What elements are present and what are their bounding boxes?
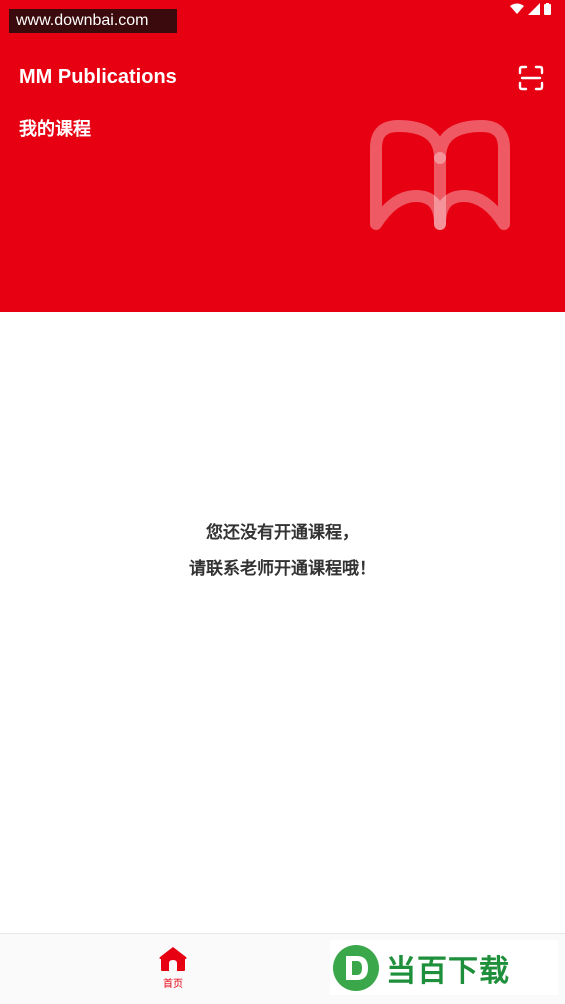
watermark-logo — [333, 944, 379, 991]
app-title: MM Publications — [19, 66, 177, 88]
scan-button[interactable] — [518, 65, 544, 91]
watermark-brand-text: 当百下载 — [386, 953, 510, 989]
scan-icon — [518, 65, 544, 91]
watermark-logo-block: 当百下载 — [330, 940, 558, 995]
section-title-my-courses: 我的课程 — [19, 119, 91, 140]
signal-icon — [528, 3, 540, 15]
empty-state-line-2: 请联系老师开通课程哦！ — [189, 559, 376, 579]
nav-item-home[interactable]: 首页 — [144, 946, 202, 998]
wifi-icon — [510, 3, 524, 14]
nav-home-label: 首页 — [163, 979, 183, 990]
book-icon — [370, 120, 510, 230]
watermark-text: www.downbai.com — [9, 9, 177, 33]
home-icon — [159, 947, 187, 971]
header-banner: MM Publications 我的课程 — [0, 0, 565, 312]
empty-state-line-1: 您还没有开通课程， — [206, 523, 359, 543]
empty-state-message: 您还没有开通课程， 请联系老师开通课程哦！ — [0, 515, 565, 587]
battery-icon — [544, 3, 551, 15]
status-bar-icons — [510, 3, 551, 15]
